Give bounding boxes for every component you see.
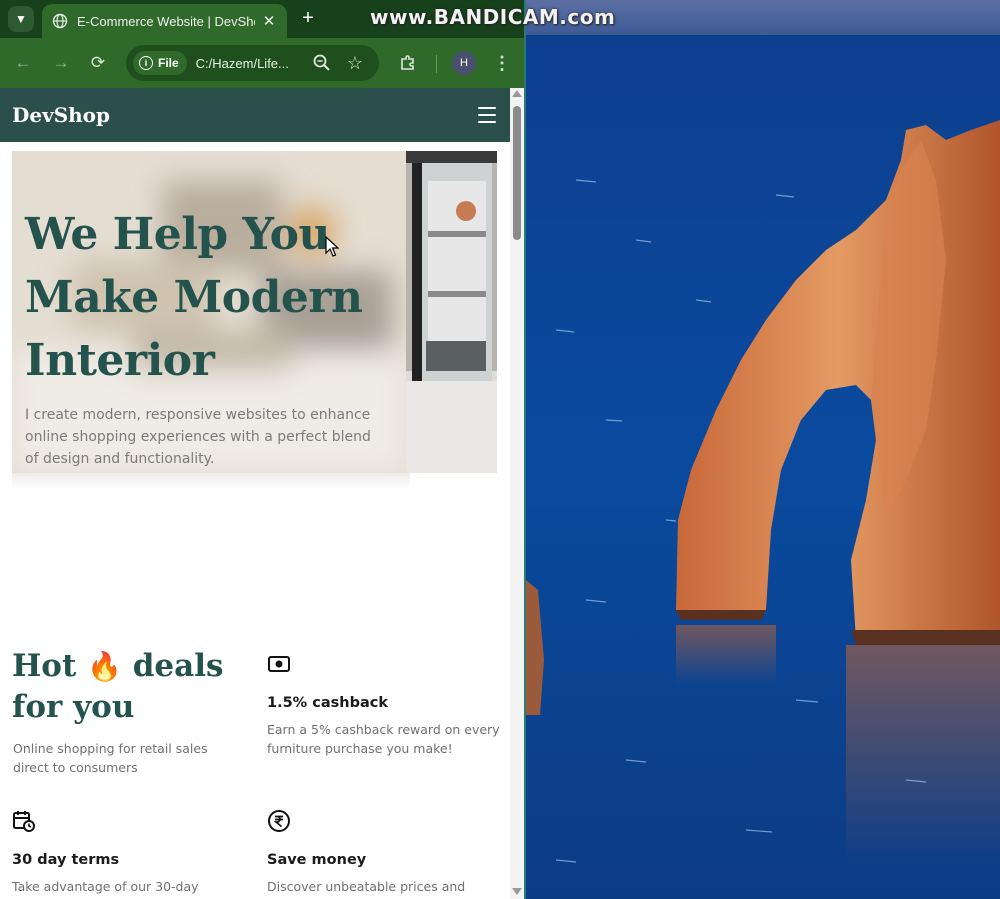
feature-title: 30 day terms (12, 852, 120, 868)
page-scrollbar[interactable] (510, 88, 524, 899)
interior-room-image (406, 151, 497, 473)
address-bar[interactable]: i File C:/Hazem/Life... ☆ (126, 45, 379, 81)
zoom-icon[interactable] (310, 51, 334, 75)
page-viewport: DevShop We Help You Make Modern Interior… (0, 88, 510, 899)
scroll-up-arrow-icon[interactable] (512, 90, 522, 97)
sea-arch-photo (526, 0, 1000, 899)
reload-icon[interactable]: ⟳ (86, 51, 110, 75)
tab-search-button[interactable]: ▼ (8, 6, 34, 32)
puzzle-icon (401, 55, 414, 70)
close-tab-icon[interactable]: ✕ (261, 12, 277, 30)
hero-title: We Help You Make Modern Interior (25, 203, 405, 392)
hero-title-line: We Help You (25, 209, 330, 260)
back-arrow-icon[interactable]: ← (11, 51, 35, 75)
scroll-down-arrow-icon[interactable] (512, 888, 522, 895)
profile-avatar[interactable]: H (452, 51, 476, 75)
feature-text: Earn a 5% cashback reward on every furni… (267, 722, 500, 756)
deals-heading-text: deals (121, 648, 224, 684)
deals-heading: Hot 🔥 deals for you (12, 646, 223, 727)
hero-title-line: Make Modern (25, 272, 363, 323)
mouse-cursor-icon (325, 236, 339, 257)
deals-heading-line2: for you (12, 689, 135, 725)
fire-emoji-icon: 🔥 (87, 650, 122, 683)
globe-icon (52, 13, 68, 29)
site-logo[interactable]: DevShop (12, 103, 110, 127)
hamburger-menu-icon[interactable] (478, 107, 496, 123)
calendar-clock-icon (13, 811, 35, 832)
feature-title: Save money (267, 852, 367, 868)
site-info-chip[interactable]: i File (133, 51, 187, 75)
feature-terms: 30 day terms Take advantage of our 30-da… (12, 809, 247, 896)
feature-text: Take advantage of our 30-day (12, 879, 199, 894)
extensions-icon[interactable] (396, 51, 420, 75)
tab-title: E-Commerce Website | DevShop (77, 13, 255, 29)
url-text: C:/Hazem/Life... (195, 55, 289, 71)
file-chip-label: File (158, 56, 179, 70)
bandicam-watermark: www.BANDICAM.com (370, 5, 616, 29)
more-menu-icon[interactable]: ⋮ (490, 51, 514, 75)
feature-title: 1.5% cashback (267, 695, 388, 711)
feature-text: Discover unbeatable prices and (267, 879, 466, 894)
hero-title-line: Interior (25, 335, 215, 386)
desktop-wallpaper (526, 0, 1000, 899)
hero-description: I create modern, responsive websites to … (25, 407, 371, 467)
rupee-icon (268, 810, 290, 832)
feature-cashback: 1.5% cashback Earn a 5% cashback reward … (267, 652, 502, 758)
forward-arrow-icon[interactable]: → (49, 51, 73, 75)
browser-window: ▼ E-Commerce Website | DevShop ✕ + ← → ⟳… (0, 0, 526, 899)
toolbar-divider (436, 55, 437, 73)
feature-save-money: Save money Discover unbeatable prices an… (267, 809, 502, 896)
new-tab-button[interactable]: + (296, 6, 320, 30)
site-header: DevShop (0, 88, 510, 142)
hero-shadow (12, 473, 410, 489)
bookmark-star-icon[interactable]: ☆ (343, 51, 367, 75)
cash-icon (268, 656, 290, 672)
info-icon: i (139, 56, 153, 70)
hero-banner: We Help You Make Modern Interior I creat… (12, 151, 497, 473)
chevron-down-icon: ▼ (15, 12, 27, 26)
scroll-thumb[interactable] (513, 106, 521, 240)
deals-heading-text: Hot (12, 648, 88, 684)
deals-subtitle: Online shopping for retail sales direct … (13, 741, 208, 775)
browser-toolbar: ← → ⟳ i File C:/Hazem/Life... ☆ H ⋮ (0, 38, 524, 88)
active-tab[interactable]: E-Commerce Website | DevShop ✕ (42, 4, 287, 38)
